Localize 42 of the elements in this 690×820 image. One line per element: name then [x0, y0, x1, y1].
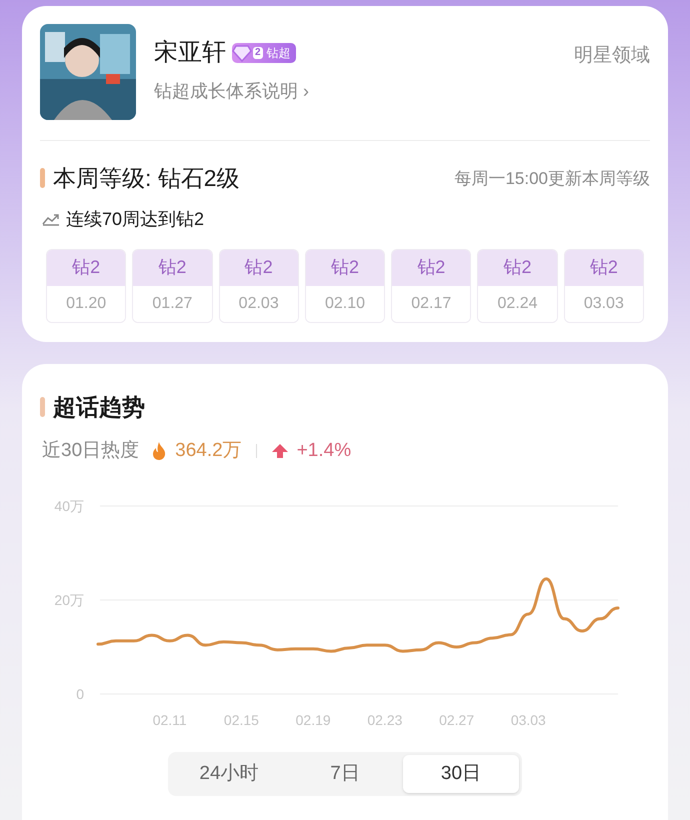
axis-label: 02.23 [367, 712, 402, 728]
up-arrow-icon [270, 442, 289, 459]
weekly-level-title: 本周等级: 钻石2级 [53, 164, 240, 193]
week-level: 钻2 [590, 256, 618, 279]
axis-label: 03.03 [510, 712, 546, 728]
section-marker [40, 168, 45, 188]
heat-change: +1.4% [296, 438, 352, 462]
week-level: 钻2 [330, 256, 359, 279]
week-date: 02.10 [324, 294, 366, 314]
axis-label: 40万 [54, 498, 84, 514]
growth-system-link[interactable]: 钻超成长体系说明 › [154, 78, 556, 105]
week-level: 钻2 [244, 256, 273, 279]
week-level: 钻2 [504, 256, 532, 279]
axis-label: 02.15 [224, 712, 259, 728]
section-marker [40, 397, 45, 418]
axis-label: 20万 [54, 592, 84, 608]
trend-icon [42, 212, 60, 226]
heat-label: 近30日热度 [42, 438, 140, 462]
week-date: 01.20 [66, 294, 106, 314]
fire-icon [151, 440, 168, 461]
diamond-icon [232, 44, 252, 62]
week-date: 02.17 [411, 294, 452, 314]
range-tab[interactable]: 30日 [403, 755, 519, 793]
badge-number: 2 [253, 47, 263, 59]
week-date: 02.03 [238, 294, 279, 314]
week-date: 02.24 [498, 294, 538, 314]
streak-text: 连续70周达到钻2 [66, 208, 204, 230]
update-note: 每周一15:00更新本周等级 [454, 168, 650, 190]
week-date: 01.27 [152, 294, 192, 314]
heat-value: 364.2万 [175, 438, 242, 462]
domain-label: 明星领域 [574, 44, 650, 68]
user-name: 宋亚轩 [154, 38, 226, 68]
week-level: 钻2 [417, 256, 446, 279]
axis-label: 02.27 [439, 712, 474, 728]
axis-label: 02.19 [296, 712, 331, 728]
axis-label: 0 [76, 686, 84, 702]
badge-label: 钻超 [266, 45, 291, 62]
week-level: 钻2 [158, 256, 186, 279]
axis-label: 02.11 [152, 712, 187, 728]
week-level: 钻2 [72, 256, 100, 279]
week-date: 03.03 [584, 294, 624, 314]
trend-title: 超话趋势 [53, 393, 145, 422]
